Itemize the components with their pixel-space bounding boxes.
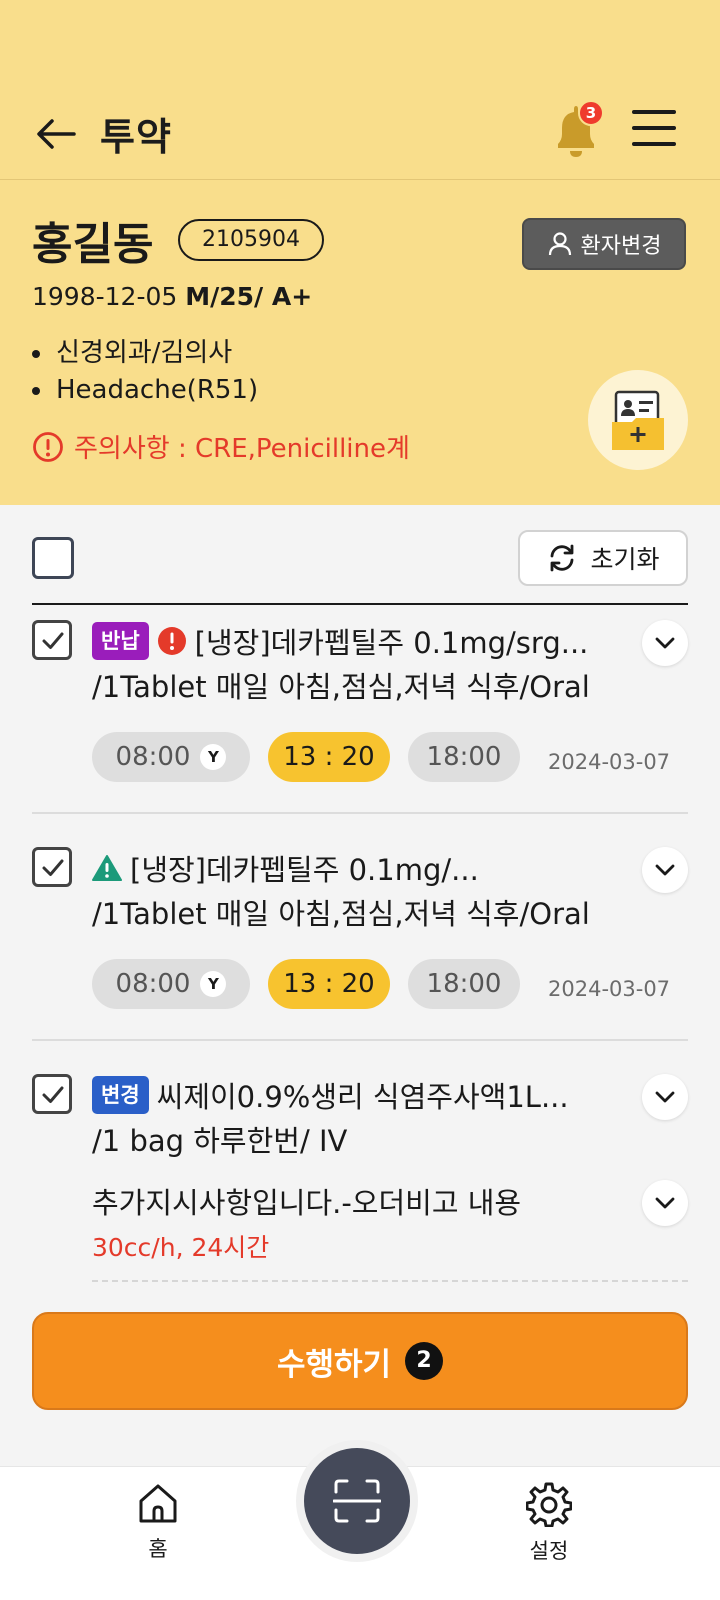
time-slot-current[interactable]: 13 : 20: [268, 959, 390, 1009]
check-icon: [42, 1086, 64, 1103]
nav-settings[interactable]: 설정: [504, 1481, 594, 1565]
time-slots: 08:00 Y 13 : 20 18:00: [92, 959, 520, 1009]
reset-button[interactable]: 초기화: [518, 530, 688, 586]
note-expand-button[interactable]: [642, 1180, 688, 1226]
perform-count-badge: 2: [405, 1342, 444, 1380]
medication-dosage: /1Tablet 매일 아침,점심,저녁 식후/Oral: [92, 670, 590, 704]
user-icon: [548, 232, 571, 256]
perform-label: 수행하기: [276, 1346, 392, 1383]
nav-home[interactable]: 홈: [113, 1481, 203, 1563]
expand-button[interactable]: [642, 620, 688, 666]
caution-text: 주의사항 : CRE,Penicilline계: [74, 434, 410, 464]
select-all-checkbox[interactable]: [32, 537, 74, 579]
chevron-down-icon: [655, 864, 675, 876]
check-icon: [42, 632, 64, 649]
change-badge: 변경: [92, 1076, 149, 1114]
medication-title-row: 반납 [냉장]데카펩틸주 0.1mg/srg...: [92, 620, 622, 662]
time-slot[interactable]: 08:00 Y: [92, 732, 250, 782]
medication-item: 반납 [냉장]데카펩틸주 0.1mg/srg... /1Tablet 매일 아침…: [32, 620, 688, 814]
medication-title: 씨제이0.9%생리 식염주사액1L...: [156, 1080, 569, 1114]
medication-dosage: /1 bag 하루한번/ IV: [92, 1124, 348, 1158]
medication-title-row: [냉장]데카펩틸주 0.1mg/...: [92, 847, 622, 889]
patient-info: 1998-12-05 M/25/ A+: [32, 282, 312, 311]
dashed-divider: [92, 1280, 688, 1282]
medication-date: 2024-03-07: [548, 750, 671, 774]
home-icon: [139, 1484, 177, 1523]
return-badge: 반납: [92, 622, 149, 660]
menu-icon: [632, 110, 676, 114]
reset-label: 초기화: [590, 545, 660, 574]
menu-button[interactable]: [632, 110, 678, 150]
warning-icon: [92, 855, 122, 881]
medication-checkbox[interactable]: [32, 620, 72, 660]
medication-title-row: 변경 씨제이0.9%생리 식염주사액1L...: [92, 1074, 622, 1116]
medication-dosage: /1Tablet 매일 아침,점심,저녁 식후/Oral: [92, 897, 590, 931]
chevron-down-icon: [655, 1091, 675, 1103]
refresh-icon: [551, 544, 574, 572]
gear-icon: [525, 1482, 573, 1528]
alert-circle-icon: [33, 431, 63, 462]
medication-title: [냉장]데카펩틸주 0.1mg/...: [130, 853, 479, 887]
time-slot[interactable]: 08:00 Y: [92, 959, 250, 1009]
patient-sex-age-blood: M/25/ A+: [185, 282, 313, 311]
administered-mark: Y: [200, 971, 227, 997]
expand-button[interactable]: [642, 1074, 688, 1120]
order-note: 추가지시사항입니다.-오더비고 내용: [92, 1186, 522, 1220]
time-slot[interactable]: 18:00: [408, 959, 520, 1009]
patient-id-badge: 2105904: [178, 219, 324, 261]
arrow-left-icon: [37, 119, 76, 149]
diagnosis-line: Headache(R51): [32, 375, 258, 405]
change-patient-label: 환자변경: [580, 234, 662, 259]
app-header: 투약 3: [0, 88, 720, 180]
page-title: 투약: [100, 115, 172, 159]
list-header: 초기화: [32, 505, 688, 605]
administered-mark: Y: [200, 744, 227, 770]
medication-title: [냉장]데카펩틸주 0.1mg/srg...: [194, 626, 589, 660]
medication-checkbox[interactable]: [32, 1074, 72, 1114]
nav-home-label: 홈: [148, 1537, 168, 1561]
department-line: 신경외과/김의사: [32, 332, 232, 369]
infusion-rate: 30cc/h, 24시간: [92, 1233, 270, 1262]
back-button[interactable]: [34, 114, 78, 154]
expand-button[interactable]: [642, 847, 688, 893]
time-slot[interactable]: 18:00: [408, 732, 520, 782]
change-patient-button[interactable]: 환자변경: [522, 218, 686, 270]
check-icon: [42, 859, 64, 876]
patient-name: 홍길동: [32, 219, 154, 270]
medication-checkbox[interactable]: [32, 847, 72, 887]
medication-item: [냉장]데카펩틸주 0.1mg/... /1Tablet 매일 아침,점심,저녁…: [32, 847, 688, 1041]
medication-item: 변경 씨제이0.9%생리 식염주사액1L... /1 bag 하루한번/ IV …: [32, 1074, 688, 1284]
nav-settings-label: 설정: [529, 1539, 569, 1563]
perform-button[interactable]: 수행하기 2: [32, 1312, 688, 1410]
chevron-down-icon: [655, 637, 675, 649]
chevron-down-icon: [655, 1197, 675, 1209]
time-slots: 08:00 Y 13 : 20 18:00: [92, 732, 520, 782]
notification-button[interactable]: 3: [548, 100, 604, 162]
scan-icon: [333, 1479, 381, 1523]
scan-button[interactable]: [304, 1448, 410, 1554]
add-record-button[interactable]: [588, 370, 688, 470]
notification-badge: 3: [578, 100, 604, 126]
patient-birth: 1998-12-05: [32, 282, 178, 311]
time-slot-current[interactable]: 13 : 20: [268, 732, 390, 782]
alert-icon: [157, 627, 186, 655]
caution-line: 주의사항 : CRE,Penicilline계: [32, 428, 410, 465]
folder-add-icon: [612, 390, 664, 450]
medication-date: 2024-03-07: [548, 977, 671, 1001]
